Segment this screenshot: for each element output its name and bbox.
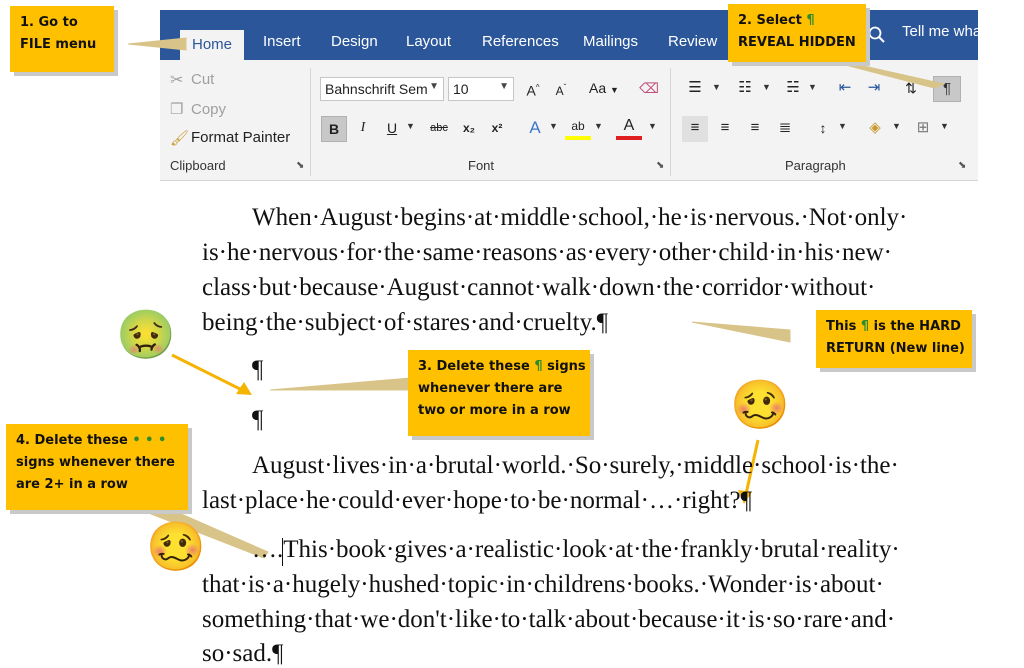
callout-step3-line2: whenever there are — [418, 381, 563, 396]
callout-step2-line2: REVEAL HIDDEN — [738, 35, 856, 50]
paragraph-line: something·that·we·don't·like·to·talk·abo… — [202, 606, 896, 633]
callout-step1: 1. Go to FILE menu — [10, 6, 114, 72]
callout-step3-line1: 3. Delete these ¶ signs — [418, 359, 586, 374]
callout-step2-line1: 2. Select ¶ — [738, 13, 815, 28]
callout-hard-return-line2: RETURN (New line) — [826, 341, 965, 356]
woozy-emoji: 🥴 — [146, 521, 206, 574]
paragraph-line: August·lives·in·a·brutal·world.·So·surel… — [252, 452, 899, 479]
callout-hard-return: This ¶ is the HARD RETURN (New line) — [816, 310, 972, 368]
paragraph-line: last·place·he·could·ever·hope·to·be·norm… — [202, 487, 752, 514]
empty-paragraph-mark: ¶ — [252, 406, 264, 433]
text-cursor — [282, 538, 283, 566]
paragraph-line: When·August·begins·at·middle·school,·he·… — [252, 204, 908, 231]
callout-step2: 2. Select ¶ REVEAL HIDDEN — [728, 4, 866, 62]
nauseated-emoji: 🤢 — [116, 309, 176, 362]
paragraph-line: that·is·a·hugely·hushed·topic·in·childre… — [202, 571, 884, 598]
paragraph-line: is·he·nervous·for·the·same·reasons·as·ev… — [202, 239, 892, 266]
paragraph-line: so·sad.¶ — [202, 640, 284, 667]
woozy-emoji: 🥴 — [730, 379, 790, 432]
callout-step3: 3. Delete these ¶ signs whenever there a… — [408, 350, 590, 436]
callout-step1-line1: 1. Go to — [20, 15, 78, 30]
callout-step4: 4. Delete these • • • signs whenever the… — [6, 424, 188, 510]
paragraph-line: being·the·subject·of·stares·and·cruelty.… — [202, 309, 609, 336]
empty-paragraph-mark: ¶ — [252, 356, 264, 383]
callout-step4-line2: signs whenever there — [16, 455, 175, 470]
callout-step1-line2: FILE menu — [20, 37, 97, 52]
arrow-nauseated-pointer — [171, 353, 243, 392]
arrow-step2 — [833, 61, 946, 89]
callout-step4-line1: 4. Delete these • • • — [16, 433, 167, 448]
callout-hard-return-line1: This ¶ is the HARD — [826, 319, 961, 334]
arrow-step1 — [127, 37, 187, 51]
callout-step4-line3: are 2+ in a row — [16, 477, 128, 492]
paragraph-line: class·but·because·August·cannot·walk·dow… — [202, 274, 876, 301]
arrow-step3 — [269, 377, 411, 391]
paragraph-line: ….This·book·gives·a·realistic·look·at·th… — [252, 536, 900, 563]
callout-step3-line3: two or more in a row — [418, 403, 571, 418]
arrow-hard-return — [691, 321, 791, 343]
